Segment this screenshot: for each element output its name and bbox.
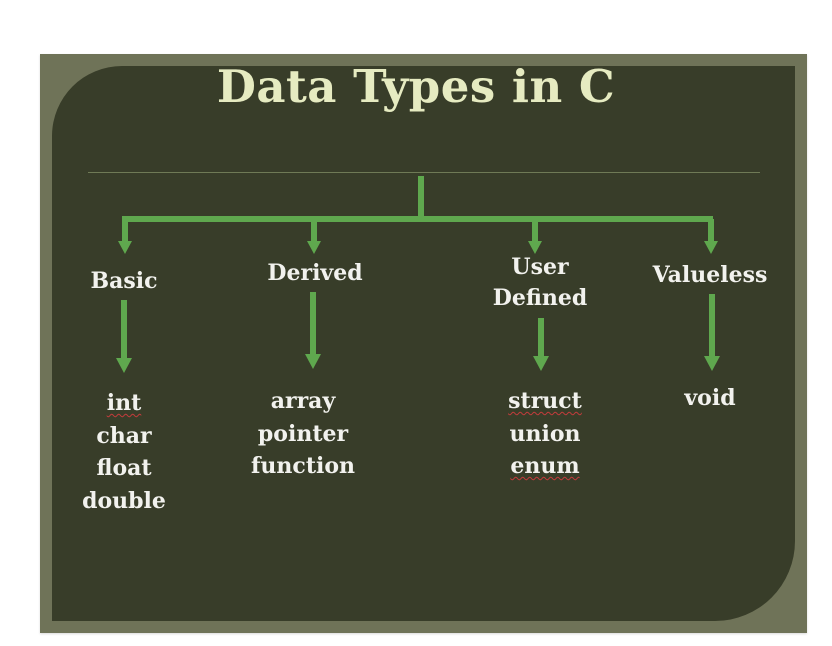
connector-lines — [116, 176, 720, 373]
item-void: void — [684, 385, 736, 411]
item-float: float — [96, 455, 152, 481]
category-user-defined: User Defined — [492, 254, 588, 311]
category-valueless: Valueless — [652, 262, 768, 288]
items-derived: array pointer function — [228, 385, 378, 483]
arrowhead-valueless — [704, 241, 718, 254]
item-function: function — [250, 453, 356, 479]
item-int: int — [106, 390, 142, 416]
item-char: char — [96, 422, 152, 449]
arrowhead-derived-items — [305, 354, 321, 369]
item-array: array — [270, 388, 336, 414]
item-pointer: pointer — [257, 420, 349, 447]
arrowhead-derived — [307, 241, 321, 254]
items-basic: int char float double — [54, 387, 194, 517]
arrowhead-basic-items — [116, 358, 132, 373]
item-double: double — [82, 487, 166, 514]
item-enum: enum — [510, 453, 580, 479]
arrowhead-basic — [118, 241, 132, 254]
item-struct: struct — [508, 388, 582, 414]
items-user-defined: struct union enum — [475, 385, 615, 483]
items-valueless: void — [650, 382, 770, 415]
arrowhead-user-defined-items — [533, 356, 549, 371]
category-basic: Basic — [90, 268, 158, 294]
category-derived: Derived — [267, 260, 363, 286]
arrowhead-valueless-items — [704, 356, 720, 371]
item-union: union — [509, 420, 581, 447]
